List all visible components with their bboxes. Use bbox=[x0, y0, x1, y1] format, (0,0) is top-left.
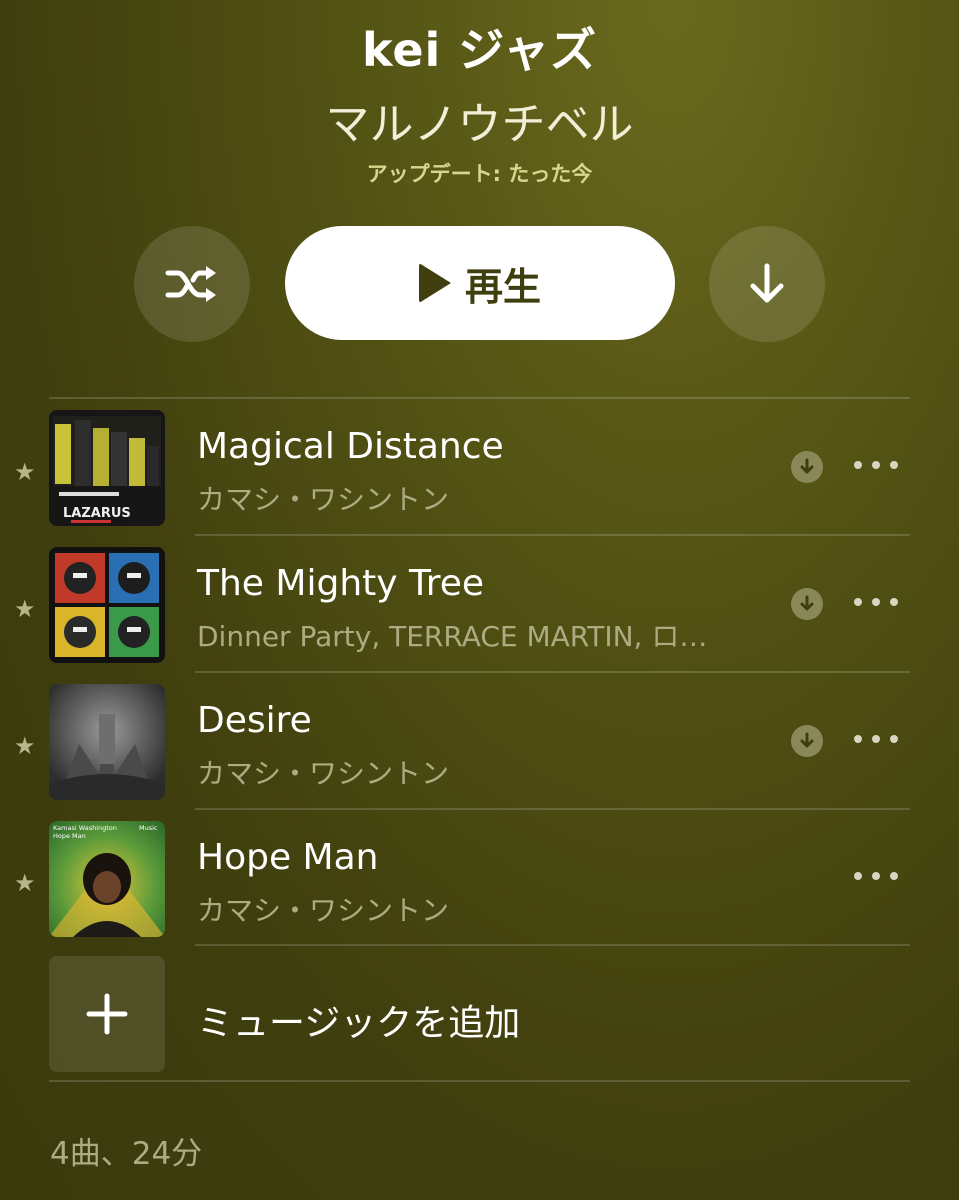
dinner-party-artwork bbox=[49, 547, 165, 663]
more-options-button[interactable] bbox=[854, 587, 898, 617]
track-row[interactable]: ★ The Mighty Tree Dinner Party, TERRACE … bbox=[0, 547, 959, 684]
playlist-owner[interactable]: マルノウチベル bbox=[0, 88, 959, 152]
download-status-icon[interactable] bbox=[791, 588, 823, 620]
track-row[interactable]: ★ LAZARUS Magical Distance カマシ・ワシントン bbox=[0, 410, 959, 547]
divider bbox=[195, 944, 910, 946]
track-row[interactable]: ★ Desire カマシ・ワシントン bbox=[0, 684, 959, 821]
more-options-button[interactable] bbox=[854, 861, 898, 891]
star-icon: ★ bbox=[14, 732, 36, 760]
shuffle-icon bbox=[165, 266, 216, 302]
divider bbox=[195, 671, 910, 673]
art-title-text: Hope Man bbox=[53, 832, 86, 840]
track-artist: カマシ・ワシントン bbox=[197, 894, 450, 927]
divider bbox=[195, 808, 910, 810]
star-icon: ★ bbox=[14, 869, 36, 897]
divider bbox=[49, 397, 910, 399]
track-title: Desire bbox=[197, 700, 312, 741]
divider bbox=[195, 534, 910, 536]
hope-man-artwork: Kamasi Washington Hope Man Music bbox=[49, 821, 165, 937]
play-icon bbox=[418, 263, 451, 303]
track-title: Magical Distance bbox=[197, 426, 504, 467]
art-badge-text: Music bbox=[139, 824, 158, 832]
more-options-button[interactable] bbox=[854, 724, 898, 754]
shuffle-button[interactable] bbox=[134, 226, 250, 342]
playlist-summary: 4曲、24分 bbox=[50, 1136, 203, 1172]
track-row[interactable]: ★ Kamasi Washington Hope Man Music Hope … bbox=[0, 821, 959, 958]
download-status-icon[interactable] bbox=[791, 451, 823, 483]
art-artist-text: Kamasi Washington bbox=[53, 824, 117, 832]
svg-text:LAZARUS: LAZARUS bbox=[63, 506, 131, 521]
playlist-title: kei ジャズ bbox=[361, 23, 598, 77]
download-button[interactable] bbox=[709, 226, 825, 342]
updated-label: アップデート: たった今 bbox=[366, 162, 593, 186]
star-icon: ★ bbox=[14, 458, 36, 486]
star-icon: ★ bbox=[14, 595, 36, 623]
track-artist: Dinner Party, TERRACE MARTIN, ロ… bbox=[197, 620, 708, 653]
add-music-label: ミュージックを追加 bbox=[197, 1003, 521, 1044]
play-label: 再生 bbox=[464, 264, 541, 309]
track-artist: カマシ・ワシントン bbox=[197, 483, 450, 516]
add-music-row[interactable]: ミュージックを追加 bbox=[0, 956, 959, 1074]
desire-artwork bbox=[49, 684, 165, 800]
play-button[interactable]: 再生 bbox=[285, 226, 675, 340]
arrow-down-icon bbox=[750, 263, 784, 303]
divider bbox=[49, 1080, 910, 1082]
track-title: Hope Man bbox=[197, 837, 379, 878]
download-status-icon[interactable] bbox=[791, 725, 823, 757]
plus-icon bbox=[86, 993, 128, 1035]
lazarus-artwork: LAZARUS bbox=[49, 410, 165, 526]
track-artist: カマシ・ワシントン bbox=[197, 757, 450, 790]
more-options-button[interactable] bbox=[854, 450, 898, 480]
track-title: The Mighty Tree bbox=[197, 563, 484, 604]
add-music-button[interactable] bbox=[49, 956, 165, 1072]
